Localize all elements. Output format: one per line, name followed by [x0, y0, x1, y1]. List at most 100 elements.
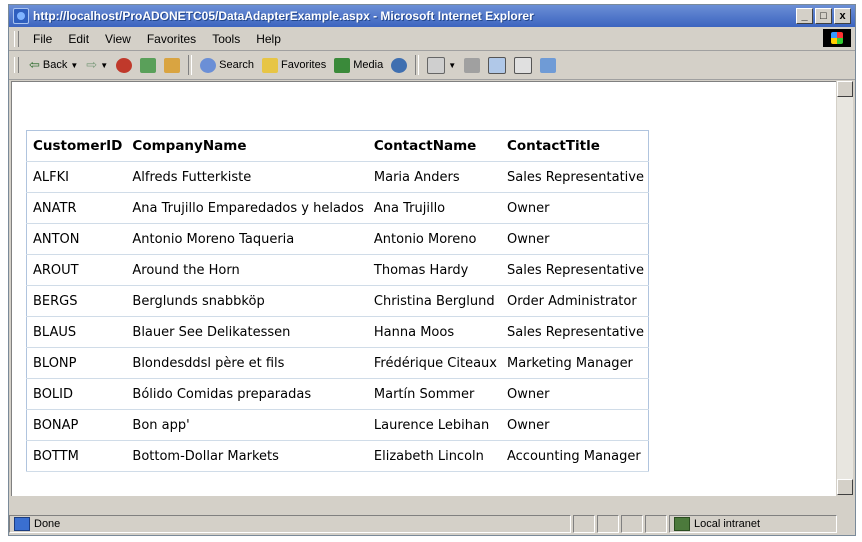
mail-icon [427, 56, 446, 74]
menu-view[interactable]: View [97, 32, 139, 46]
status-text: Done [34, 518, 61, 530]
favorites-icon [261, 57, 278, 73]
scroll-up-arrow[interactable] [837, 81, 853, 97]
table-cell: Berglunds snabbköp [126, 285, 368, 317]
column-header: CustomerID [26, 130, 127, 162]
menu-edit[interactable]: Edit [60, 32, 97, 46]
table-cell: ALFKI [26, 161, 127, 193]
table-cell: BOLID [26, 378, 127, 410]
status-slot [573, 515, 595, 533]
table-row: ALFKI Alfreds Futterkiste Maria Anders Sale… [26, 161, 649, 193]
status-bar: Done Local intranet [9, 513, 855, 535]
edit-button[interactable] [484, 56, 510, 74]
minimize-button[interactable]: _ [796, 8, 813, 24]
intranet-zone-icon [674, 517, 690, 531]
title-bar: http://localhost/ProADONETC05/DataAdapte… [9, 5, 855, 27]
table-cell: Frédérique Citeaux [367, 347, 501, 379]
table-row: BLAUS Blauer See Delikatessen Hanna Moos Sa… [26, 316, 649, 348]
table-cell: Elizabeth Lincoln [367, 440, 501, 472]
back-label: Back [42, 59, 68, 71]
home-button[interactable] [160, 57, 184, 73]
table-cell: Bólido Comidas preparadas [126, 378, 368, 410]
edit-icon [488, 56, 507, 74]
table-cell: Blondesddsl père et fils [126, 347, 368, 379]
history-button[interactable] [387, 57, 411, 73]
status-slot [597, 515, 619, 533]
table-cell: Laurence Lebihan [367, 409, 501, 441]
table-cell: ANATR [26, 192, 127, 224]
toolbar-grip [14, 57, 19, 73]
favorites-label: Favorites [280, 59, 327, 71]
discuss-button[interactable] [510, 56, 536, 74]
table-cell: Hanna Moos [367, 316, 501, 348]
table-cell: Antonio Moreno [367, 223, 501, 255]
table-cell: Sales Representative [501, 316, 649, 348]
stop-icon [116, 57, 133, 73]
print-button[interactable] [460, 57, 484, 73]
search-button[interactable]: Search [196, 57, 258, 73]
back-arrow-icon: ⇦ [29, 57, 40, 72]
grid-header-row: CustomerID CompanyName ContactName Conta… [26, 130, 649, 162]
menu-tools[interactable]: Tools [204, 32, 248, 46]
table-cell: BLAUS [26, 316, 127, 348]
table-cell: Christina Berglund [367, 285, 501, 317]
status-slot [621, 515, 643, 533]
menu-grip [14, 30, 19, 47]
table-cell: Ana Trujillo Emparedados y helados [126, 192, 368, 224]
menu-help[interactable]: Help [248, 32, 289, 46]
chevron-down-icon: ▼ [448, 60, 457, 70]
vertical-scrollbar[interactable] [837, 81, 853, 495]
table-row: BLONP Blondesddsl père et fils Frédérique … [26, 347, 649, 379]
table-cell: Owner [501, 378, 649, 410]
refresh-button[interactable] [136, 57, 160, 73]
table-cell: BONAP [26, 409, 127, 441]
menu-file[interactable]: File [25, 32, 60, 46]
table-cell: ANTON [26, 223, 127, 255]
search-label: Search [219, 59, 254, 71]
forward-button[interactable]: ⇨ ▼ [82, 57, 112, 73]
table-cell: Sales Representative [501, 161, 649, 193]
table-cell: Owner [501, 409, 649, 441]
column-header: ContactName [367, 130, 501, 162]
table-cell: BOTTM [26, 440, 127, 472]
messenger-icon [540, 57, 557, 73]
standard-toolbar: ⇦ Back ▼ ⇨ ▼ Search Favorites Media ▼ [9, 51, 855, 80]
media-button[interactable]: Media [330, 57, 387, 73]
messenger-button[interactable] [536, 57, 560, 73]
zone-text: Local intranet [694, 518, 761, 530]
chevron-down-icon: ▼ [100, 60, 109, 70]
table-cell: Sales Representative [501, 254, 649, 286]
status-slot [645, 515, 667, 533]
mail-button[interactable]: ▼ [423, 56, 460, 74]
chevron-down-icon: ▼ [70, 60, 79, 70]
table-row: ANTON Antonio Moreno Taqueria Antonio More… [26, 223, 649, 255]
table-cell: Around the Horn [126, 254, 368, 286]
scroll-down-arrow[interactable] [837, 479, 853, 495]
back-button[interactable]: ⇦ Back ▼ [25, 57, 82, 73]
status-main: Done [9, 515, 571, 533]
stop-button[interactable] [112, 57, 136, 73]
table-cell: Ana Trujillo [367, 192, 501, 224]
column-header: CompanyName [126, 130, 368, 162]
history-icon [391, 57, 408, 73]
search-icon [200, 57, 217, 73]
discuss-icon [514, 56, 533, 74]
table-row: BERGS Berglunds snabbköp Christina Berglun… [26, 285, 649, 317]
table-row: ANATR Ana Trujillo Emparedados y helados A… [26, 192, 649, 224]
customers-grid: CustomerID CompanyName ContactName Conta… [26, 130, 649, 472]
table-cell: Order Administrator [501, 285, 649, 317]
table-row: BOLID Bólido Comidas preparadas Martín Som… [26, 378, 649, 410]
close-button[interactable]: x [834, 8, 851, 24]
maximize-button[interactable]: □ [815, 8, 832, 24]
print-icon [464, 57, 481, 73]
favorites-button[interactable]: Favorites [258, 57, 330, 73]
media-label: Media [353, 59, 384, 71]
menu-bar: File Edit View Favorites Tools Help [9, 27, 855, 51]
menu-favorites[interactable]: Favorites [139, 32, 204, 46]
table-cell: Owner [501, 192, 649, 224]
table-cell: BERGS [26, 285, 127, 317]
table-cell: Bon app' [126, 409, 368, 441]
grid-body: ALFKI Alfreds Futterkiste Maria Anders Sale… [26, 161, 649, 472]
table-cell: Owner [501, 223, 649, 255]
status-zone: Local intranet [669, 515, 837, 533]
